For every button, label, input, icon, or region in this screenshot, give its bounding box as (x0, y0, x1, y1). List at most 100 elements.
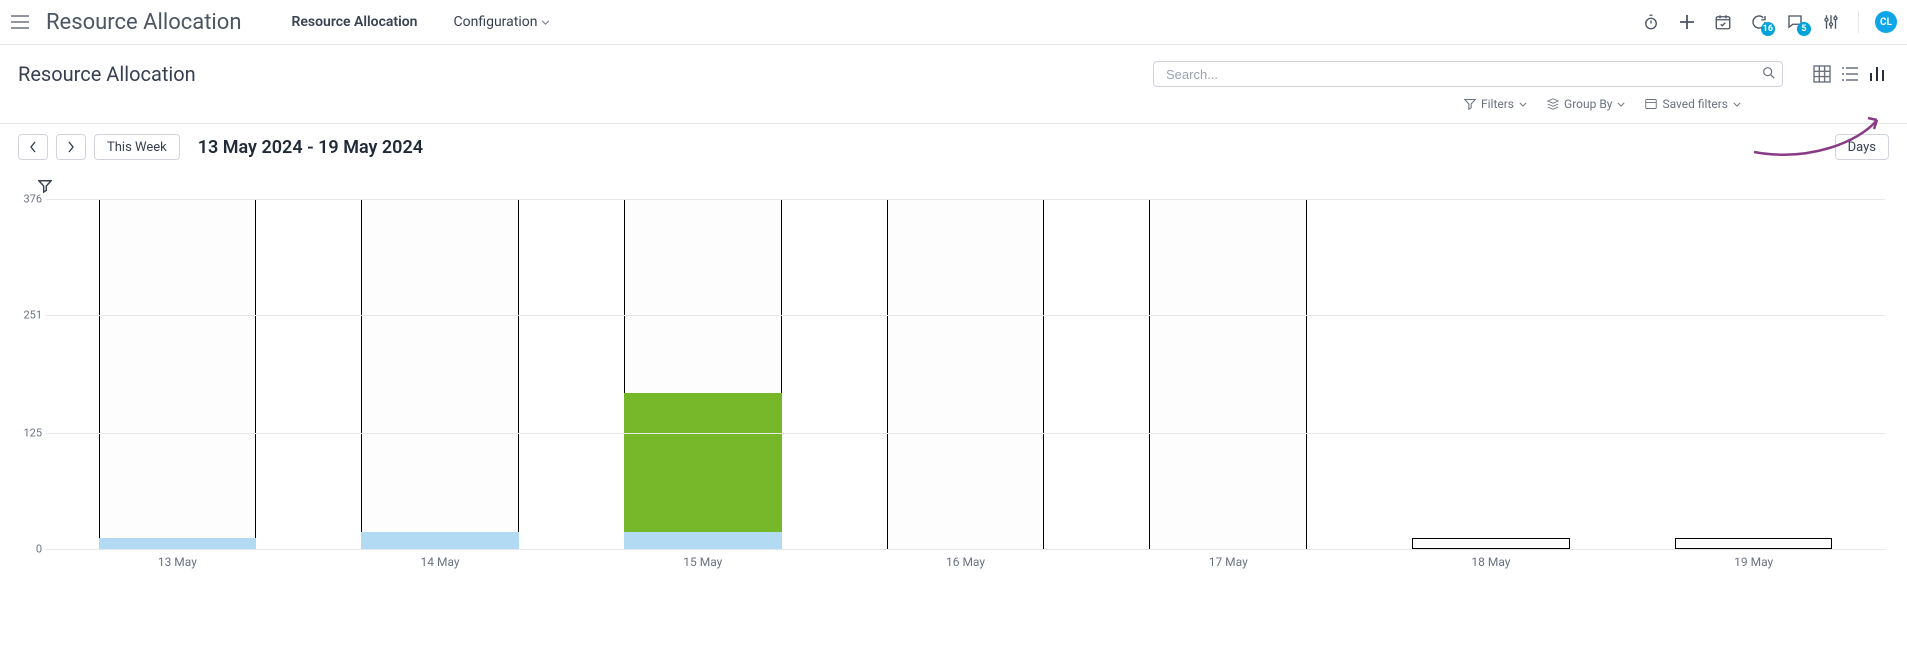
group-by-label: Group By (1564, 97, 1612, 111)
chart-column (1622, 199, 1885, 549)
x-tick-label: 18 May (1360, 549, 1623, 569)
chart-toolbar: This Week 13 May 2024 - 19 May 2024 Days (0, 123, 1907, 170)
bar-chart-icon (1868, 64, 1888, 84)
app-topbar: Resource Allocation Resource Allocation … (0, 0, 1907, 45)
bar-segment-outline (624, 199, 782, 393)
x-tick-label: 17 May (1097, 549, 1360, 569)
calendar-check-icon (1714, 13, 1732, 31)
view-switch (1811, 63, 1889, 85)
bar-stack[interactable] (887, 199, 1045, 549)
bar-segment-blue (624, 532, 782, 549)
avatar-initials: CL (1880, 17, 1892, 28)
chevron-down-icon (541, 20, 550, 25)
sub-header: Resource Allocation Filters (0, 45, 1907, 123)
bar-segment-green (624, 393, 782, 533)
add-button[interactable] (1676, 11, 1698, 33)
saved-filters-dropdown[interactable]: Saved filters (1645, 97, 1741, 111)
x-tick-label: 13 May (46, 549, 309, 569)
chart-column (46, 199, 309, 549)
chart-column (1097, 199, 1360, 549)
tab-configuration[interactable]: Configuration (440, 0, 565, 45)
saved-filters-icon (1645, 98, 1657, 110)
refresh-badge: 16 (1761, 22, 1775, 36)
chevron-down-icon (1519, 102, 1527, 107)
bar-segment-outline (99, 199, 257, 538)
bar-stack[interactable] (624, 199, 782, 549)
chart-columns (46, 199, 1885, 549)
chart-column (309, 199, 572, 549)
x-tick-label: 14 May (309, 549, 572, 569)
view-grid-button[interactable] (1811, 63, 1833, 85)
prev-button[interactable] (18, 134, 48, 160)
grid-line (46, 549, 1885, 550)
avatar[interactable]: CL (1875, 11, 1897, 33)
search-wrap (1153, 61, 1783, 87)
view-chart-button[interactable] (1867, 63, 1889, 85)
sliders-icon (1822, 13, 1840, 31)
bar-stack[interactable] (361, 199, 519, 549)
grid-line (46, 315, 1885, 316)
bar-segment-blue (99, 538, 257, 549)
bar-segment-blue (361, 532, 519, 549)
plus-icon (1679, 14, 1695, 30)
chart-x-axis: 13 May14 May15 May16 May17 May18 May19 M… (46, 549, 1885, 569)
next-button[interactable] (56, 134, 86, 160)
y-tick-label: 376 (16, 193, 42, 206)
saved-filters-label: Saved filters (1662, 97, 1728, 111)
tab-label: Configuration (454, 14, 538, 30)
divider (1858, 11, 1859, 33)
chevron-down-icon (1733, 102, 1741, 107)
bar-segment-outline (1412, 538, 1570, 549)
chat-button[interactable]: 5 (1784, 11, 1806, 33)
funnel-icon (1464, 98, 1476, 110)
search-icon (1761, 65, 1777, 81)
search-input[interactable] (1153, 61, 1783, 87)
chart-area: 0125251376 13 May14 May15 May16 May17 Ma… (0, 170, 1907, 569)
bar-stack[interactable] (99, 199, 257, 549)
y-tick-label: 125 (16, 426, 42, 439)
filters-label: Filters (1481, 97, 1514, 111)
hamburger-icon (11, 15, 29, 29)
filters-dropdown[interactable]: Filters (1464, 97, 1527, 111)
date-range: 13 May 2024 - 19 May 2024 (198, 137, 423, 158)
y-tick-label: 0 (16, 543, 42, 556)
calendar-check-button[interactable] (1712, 11, 1734, 33)
grid-icon (1813, 65, 1831, 83)
bar-segment-outline (1149, 199, 1307, 549)
app-title: Resource Allocation (46, 10, 241, 35)
chevron-right-icon (67, 141, 75, 153)
top-icon-bar: 16 5 CL (1640, 11, 1897, 33)
chart: 0125251376 (46, 199, 1885, 549)
days-button[interactable]: Days (1835, 134, 1889, 160)
layers-icon (1547, 98, 1559, 110)
bar-stack[interactable] (1412, 538, 1570, 549)
x-tick-label: 16 May (834, 549, 1097, 569)
settings-sliders-button[interactable] (1820, 11, 1842, 33)
chevron-down-icon (1617, 102, 1625, 107)
tab-resource-allocation[interactable]: Resource Allocation (277, 0, 431, 45)
this-week-button[interactable]: This Week (94, 134, 180, 160)
tab-label: Resource Allocation (291, 14, 417, 30)
stopwatch-icon (1642, 13, 1660, 31)
grid-line (46, 199, 1885, 200)
bar-segment-outline (361, 199, 519, 532)
view-list-button[interactable] (1839, 63, 1861, 85)
this-week-label: This Week (107, 140, 167, 155)
bar-stack[interactable] (1675, 538, 1833, 549)
y-tick-label: 251 (16, 309, 42, 322)
list-icon (1841, 65, 1859, 83)
grid-line (46, 433, 1885, 434)
menu-button[interactable] (6, 8, 34, 36)
group-by-dropdown[interactable]: Group By (1547, 97, 1625, 111)
bar-stack[interactable] (1149, 199, 1307, 549)
search-button[interactable] (1761, 65, 1777, 81)
bar-segment-outline (1675, 538, 1833, 549)
page-title: Resource Allocation (18, 62, 196, 86)
refresh-button[interactable]: 16 (1748, 11, 1770, 33)
chart-column (1360, 199, 1623, 549)
timer-button[interactable] (1640, 11, 1662, 33)
chart-filter-button[interactable] (38, 179, 52, 193)
bar-segment-outline (887, 199, 1045, 549)
chart-column (834, 199, 1097, 549)
x-tick-label: 15 May (571, 549, 834, 569)
